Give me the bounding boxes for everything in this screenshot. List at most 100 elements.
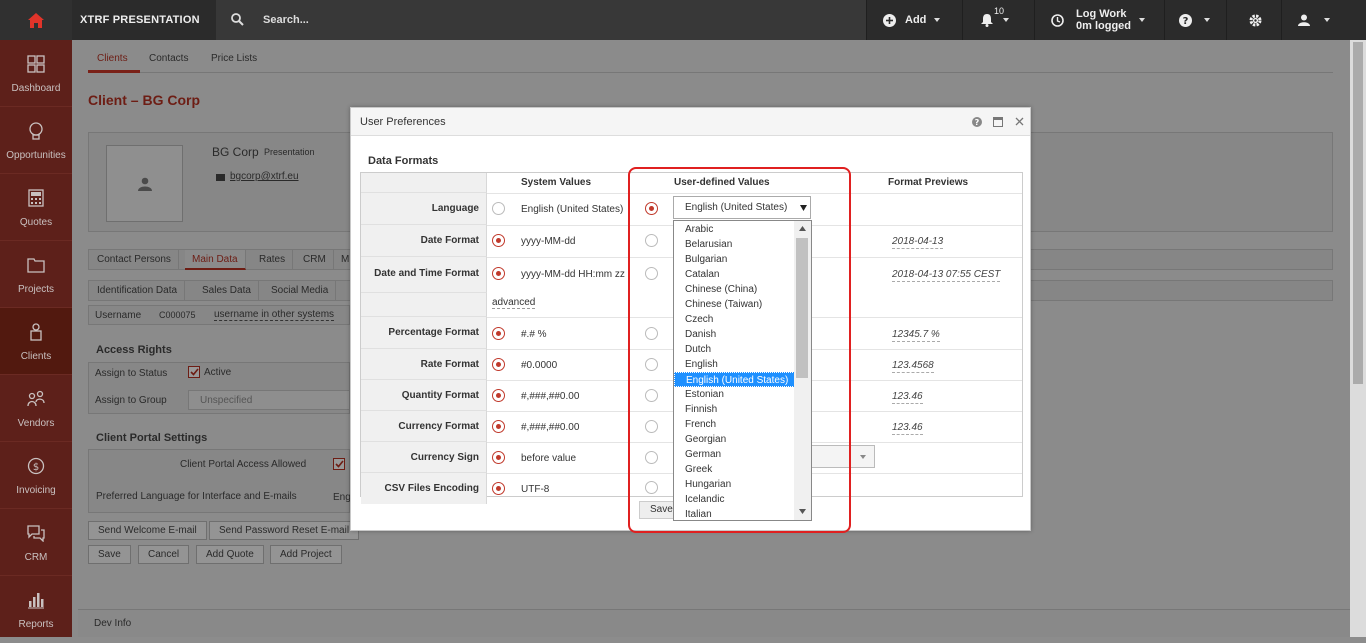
datetime-format-system-radio[interactable] [492, 267, 505, 280]
language-option[interactable]: Chinese (Taiwan) [674, 297, 795, 312]
envelope-icon [216, 174, 225, 181]
language-option[interactable]: Greek [674, 462, 795, 477]
chevron-down-icon [860, 455, 866, 459]
currency-format-system-radio[interactable] [492, 420, 505, 433]
search-input[interactable]: Search... [263, 14, 309, 26]
add-quote-button[interactable]: Add Quote [196, 545, 264, 564]
language-option[interactable]: Italian [674, 507, 795, 520]
sidebar-item-reports[interactable]: Reports [0, 576, 72, 643]
sidebar-item-invoicing[interactable]: $ Invoicing [0, 442, 72, 509]
help-icon[interactable]: ? [972, 117, 982, 127]
tab-clients[interactable]: Clients [97, 53, 128, 64]
plus-circle-icon [883, 13, 896, 27]
page-scrollbar[interactable] [1350, 40, 1366, 637]
sidebar-item-quotes[interactable]: Quotes [0, 174, 72, 241]
username-value: C000075 [159, 310, 196, 320]
search-box[interactable]: Search... [216, 0, 866, 40]
username-other-systems-link[interactable]: username in other systems [214, 309, 335, 321]
search-icon [231, 13, 244, 26]
subtab-social-media[interactable]: Social Media [264, 281, 337, 301]
subtab-main-data[interactable]: Main Data [185, 250, 246, 270]
chevron-down-icon [934, 18, 941, 22]
active-checkbox[interactable] [188, 366, 200, 378]
rate-format-system-radio[interactable] [492, 358, 505, 371]
sidebar-item-label: CRM [24, 552, 48, 563]
language-user-select[interactable]: English (United States) [673, 196, 811, 219]
csv-encoding-system-radio[interactable] [492, 482, 505, 495]
percentage-format-system-radio[interactable] [492, 327, 505, 340]
language-system-radio[interactable] [492, 202, 505, 215]
notifications-button[interactable]: 10 [962, 0, 1034, 40]
settings-button[interactable] [1226, 0, 1281, 40]
language-option[interactable]: Catalan [674, 267, 795, 282]
language-option[interactable]: Georgian [674, 432, 795, 447]
quantity-format-system-radio[interactable] [492, 389, 505, 402]
notification-count: 10 [994, 6, 1005, 16]
language-option[interactable]: Chinese (China) [674, 282, 795, 297]
tab-price-lists[interactable]: Price Lists [211, 53, 257, 64]
sidebar-item-vendors[interactable]: Vendors [0, 375, 72, 442]
language-option[interactable]: Estonian [674, 387, 795, 402]
row-label-currency-format: Currency Format [361, 411, 487, 442]
save-button[interactable]: Save [88, 545, 131, 564]
language-option[interactable]: English [674, 357, 795, 372]
cancel-button[interactable]: Cancel [138, 545, 190, 564]
svg-text:$: $ [33, 462, 39, 473]
dropdown-scrollbar[interactable] [794, 221, 811, 520]
language-option[interactable]: Danish [674, 327, 795, 342]
bar-chart-icon [28, 593, 44, 609]
add-button[interactable]: Add [866, 0, 962, 40]
language-dropdown-list[interactable]: Arabic Belarusian Bulgarian Catalan Chin… [673, 220, 812, 521]
sidebar-item-crm[interactable]: CRM [0, 509, 72, 576]
language-option[interactable]: Dutch [674, 342, 795, 357]
portal-access-checkbox[interactable] [333, 458, 345, 470]
currency-sign-system-radio[interactable] [492, 451, 505, 464]
date-format-system-radio[interactable] [492, 234, 505, 247]
scrollbar-thumb[interactable] [1353, 42, 1363, 384]
subtab-sales-data[interactable]: Sales Data [195, 281, 259, 301]
tab-contacts[interactable]: Contacts [149, 53, 188, 64]
send-welcome-email-button[interactable]: Send Welcome E-mail [88, 521, 207, 540]
language-option[interactable]: Bulgarian [674, 252, 795, 267]
sidebar-item-projects[interactable]: Projects [0, 241, 72, 308]
advanced-link[interactable]: advanced [492, 297, 536, 309]
language-option[interactable]: Finnish [674, 402, 795, 417]
assign-group-select[interactable]: Unspecified [188, 390, 350, 410]
language-option[interactable]: Belarusian [674, 237, 795, 252]
log-work-button[interactable]: Log Work 0m logged [1034, 0, 1164, 40]
sidebar-item-dashboard[interactable]: Dashboard [0, 40, 72, 107]
scroll-down-icon[interactable] [799, 509, 806, 514]
dropdown-scrollbar-thumb[interactable] [796, 238, 808, 378]
help-button[interactable]: ? [1164, 0, 1226, 40]
close-icon[interactable] [1015, 117, 1024, 126]
subtab-crm[interactable]: CRM [296, 250, 334, 270]
subtab-rates[interactable]: Rates [252, 250, 294, 270]
csv-encoding-system-value: UTF-8 [521, 484, 550, 495]
send-password-reset-button[interactable]: Send Password Reset E-mail [209, 521, 360, 540]
currency-format-system-value: #,###,##0.00 [521, 422, 580, 433]
client-email-link[interactable]: bgcorp@xtrf.eu [230, 171, 299, 182]
calculator-icon [28, 189, 44, 207]
dev-info-link[interactable]: Dev Info [94, 618, 131, 629]
sidebar-item-opportunities[interactable]: Opportunities [0, 107, 72, 174]
language-option[interactable]: German [674, 447, 795, 462]
maximize-icon[interactable] [993, 117, 1003, 127]
subtab-identification-data[interactable]: Identification Data [90, 281, 186, 301]
home-icon [28, 12, 44, 28]
language-option[interactable]: Czech [674, 312, 795, 327]
user-menu-button[interactable] [1281, 0, 1350, 40]
add-project-button[interactable]: Add Project [270, 545, 342, 564]
language-option[interactable]: French [674, 417, 795, 432]
language-option[interactable]: Arabic [674, 222, 795, 237]
sidebar-item-label: Quotes [19, 217, 53, 228]
subtab-contact-persons[interactable]: Contact Persons [90, 250, 179, 270]
home-button[interactable] [0, 0, 72, 40]
scroll-up-icon[interactable] [799, 226, 806, 231]
language-option[interactable]: Hungarian [674, 477, 795, 492]
add-label: Add [905, 14, 927, 26]
pref-language-value[interactable]: Eng [333, 492, 351, 503]
language-option-selected[interactable]: English (United States) [674, 372, 795, 387]
language-option[interactable]: Icelandic [674, 492, 795, 507]
row-label-quantity-format: Quantity Format [361, 380, 487, 411]
sidebar-item-clients[interactable]: Clients [0, 308, 72, 375]
